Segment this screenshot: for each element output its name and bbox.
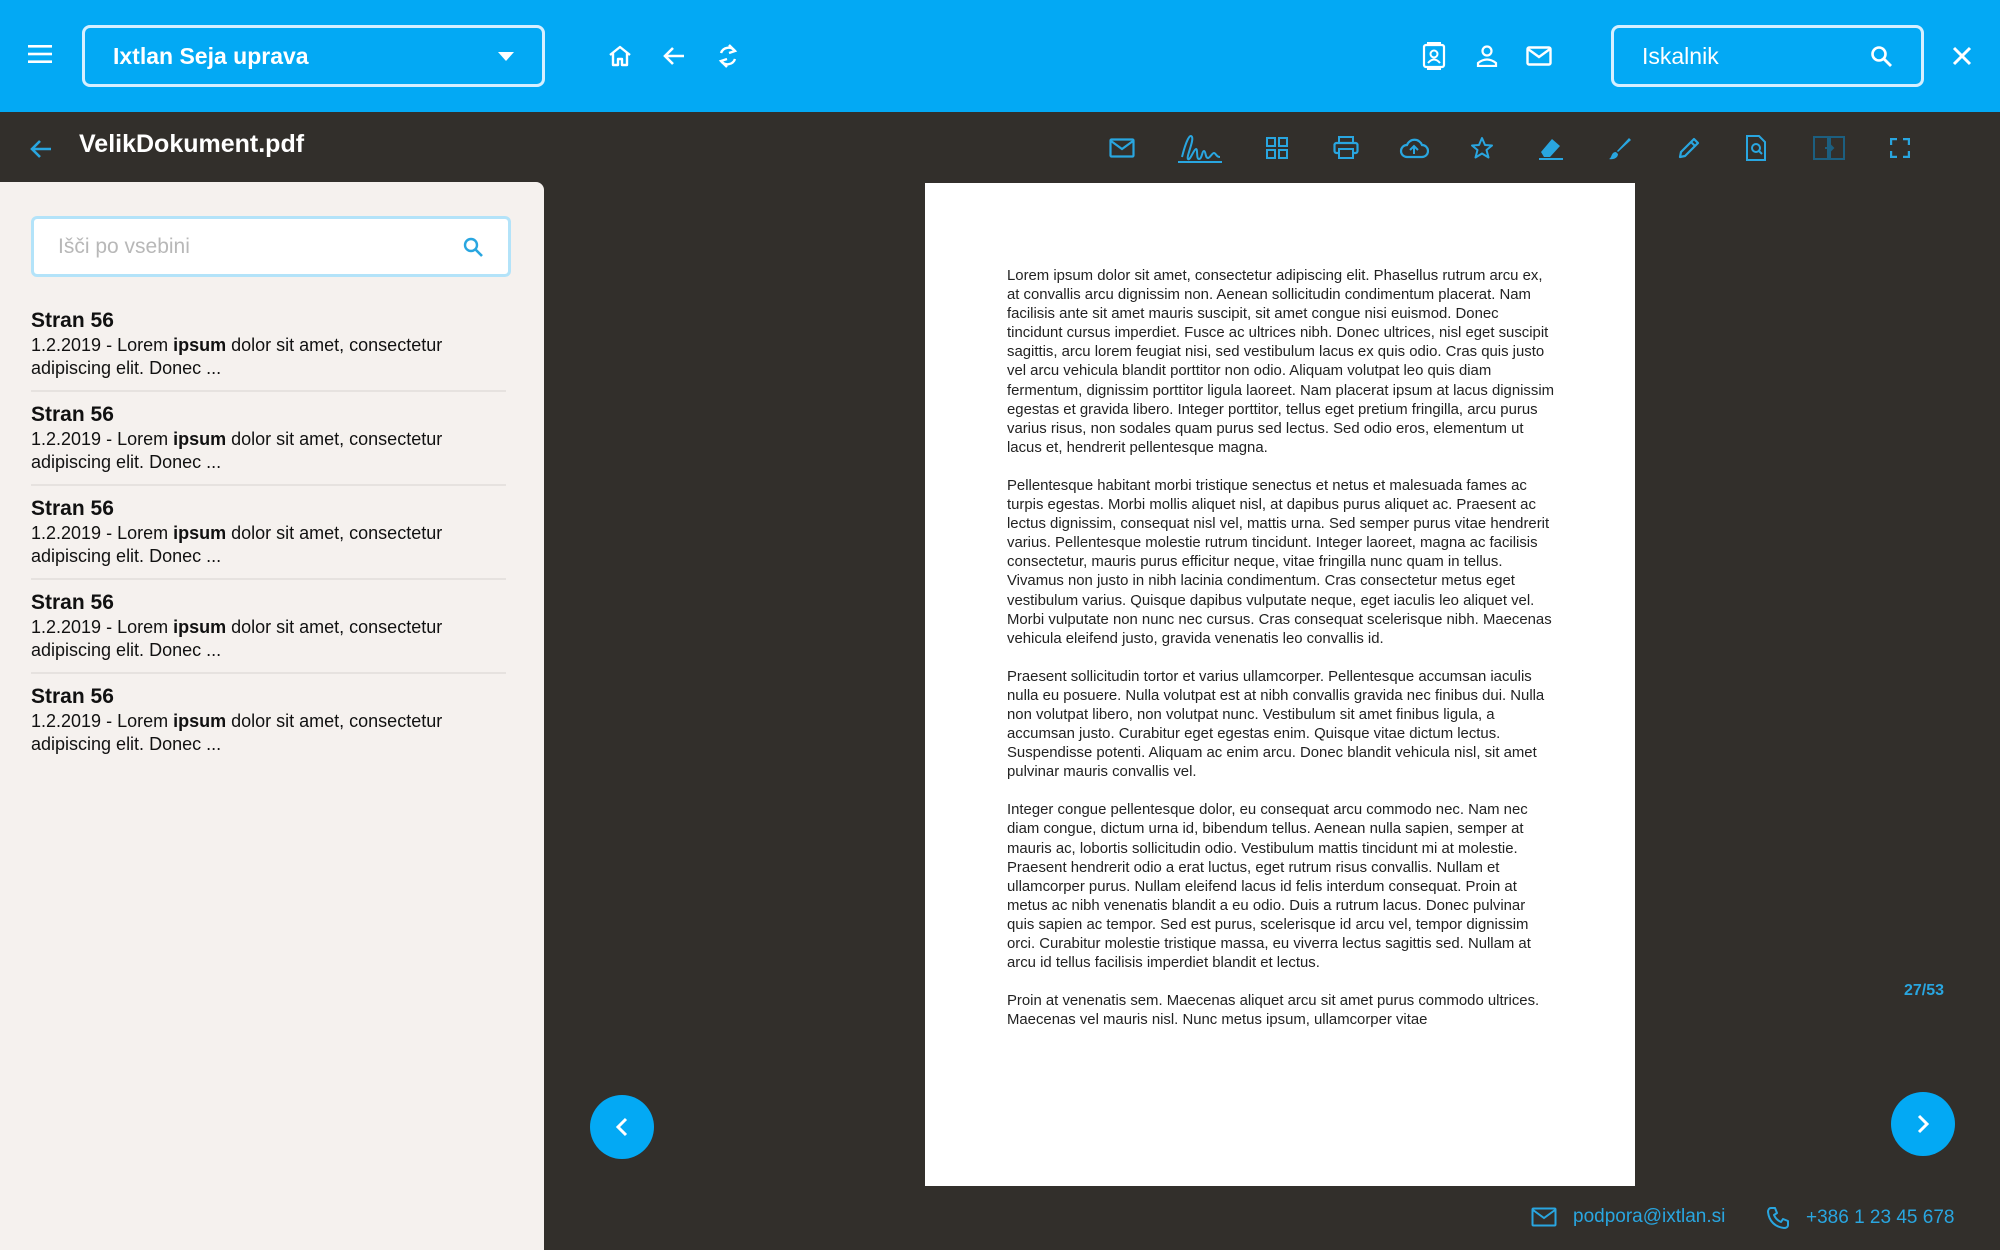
arrow-back-icon[interactable] [24,132,58,166]
search-result-item[interactable]: Stran 56 1.2.2019 - Lorem ipsum dolor si… [31,308,506,392]
arrow-back-icon[interactable] [656,38,692,74]
support-email-link[interactable]: podpora@ixtlan.si [1531,1206,1725,1228]
search-sidebar: Stran 56 1.2.2019 - Lorem ipsum dolor si… [0,182,544,1250]
next-page-button[interactable] [1891,1092,1955,1156]
search-result-item[interactable]: Stran 56 1.2.2019 - Lorem ipsum dolor si… [31,402,506,486]
result-snippet: 1.2.2019 - Lorem ipsum dolor sit amet, c… [31,429,443,472]
search-icon[interactable] [462,236,484,258]
document-page: Lorem ipsum dolor sit amet, consectetur … [925,183,1635,1186]
home-icon[interactable] [602,38,638,74]
close-icon[interactable] [1944,38,1980,74]
brush-icon[interactable] [1600,128,1640,168]
top-app-bar: Ixtlan Seja uprava Iskalnik [0,0,2000,112]
result-highlight: ipsum [173,429,227,449]
chevron-right-icon [1917,1114,1930,1134]
result-snippet: 1.2.2019 - Lorem ipsum dolor sit amet, c… [31,711,443,754]
page-paragraph: Proin at venenatis sem. Maecenas aliquet… [1007,993,1540,1029]
contact-card-icon[interactable] [1416,38,1452,74]
support-email: podpora@ixtlan.si [1573,1206,1726,1227]
support-phone: +386 1 23 45 678 [1806,1207,1955,1228]
result-highlight: ipsum [173,617,227,637]
document-title: VelikDokument.pdf [79,130,305,158]
result-title: Stran 56 [31,403,114,426]
result-snippet: 1.2.2019 - Lorem ipsum dolor sit amet, c… [31,523,443,566]
organization-label: Ixtlan Seja uprava [113,42,309,69]
search-icon[interactable] [1869,44,1893,68]
star-icon[interactable] [1462,128,1502,168]
page-paragraph: Lorem ipsum dolor sit amet, consectetur … [1007,268,1555,456]
grid-icon[interactable] [1257,128,1297,168]
support-phone-link[interactable]: +386 1 23 45 678 [1766,1206,1954,1230]
page-indicator: 27/53 [1904,982,1945,999]
mail-icon[interactable] [1102,128,1142,168]
result-title: Stran 56 [31,309,114,332]
organization-select[interactable]: Ixtlan Seja uprava [82,25,545,87]
global-search-input[interactable]: Iskalnik [1611,25,1924,87]
cloud-upload-icon[interactable] [1394,128,1434,168]
result-title: Stran 56 [31,685,114,708]
pencil-icon[interactable] [1669,128,1709,168]
result-title: Stran 56 [31,591,114,614]
eraser-icon[interactable] [1531,128,1571,168]
global-search-label: Iskalnik [1642,42,1719,69]
content-search-input[interactable] [58,234,462,259]
compare-icon[interactable] [1809,128,1849,168]
chevron-down-icon [498,51,514,61]
menu-icon[interactable] [22,36,58,72]
page-paragraph: Pellentesque habitant morbi tristique se… [1007,477,1552,647]
content-search-box [31,216,511,277]
result-snippet: 1.2.2019 - Lorem ipsum dolor sit amet, c… [31,335,443,378]
find-in-page-icon[interactable] [1736,128,1776,168]
search-result-item[interactable]: Stran 56 1.2.2019 - Lorem ipsum dolor si… [31,496,506,580]
person-icon[interactable] [1469,38,1505,74]
result-highlight: ipsum [173,711,227,731]
refresh-icon[interactable] [710,38,746,74]
print-icon[interactable] [1326,128,1366,168]
page-paragraph: Integer congue pellentesque dolor, eu co… [1007,802,1531,972]
result-title: Stran 56 [31,497,114,520]
page-paragraph: Praesent sollicitudin tortor et varius u… [1007,668,1545,781]
mail-icon [1531,1207,1557,1227]
mail-icon[interactable] [1521,38,1557,74]
signature-icon[interactable] [1175,128,1225,168]
document-toolbar: VelikDokument.pdf [0,112,2000,182]
result-highlight: ipsum [173,523,227,543]
result-snippet: 1.2.2019 - Lorem ipsum dolor sit amet, c… [31,617,443,660]
phone-icon [1767,1207,1789,1229]
result-highlight: ipsum [173,335,227,355]
search-results-list: Stran 56 1.2.2019 - Lorem ipsum dolor si… [31,308,506,776]
previous-page-button[interactable] [590,1095,654,1159]
fullscreen-icon[interactable] [1880,128,1920,168]
search-result-item[interactable]: Stran 56 1.2.2019 - Lorem ipsum dolor si… [31,590,506,674]
search-result-item[interactable]: Stran 56 1.2.2019 - Lorem ipsum dolor si… [31,684,506,766]
chevron-left-icon [615,1117,628,1137]
